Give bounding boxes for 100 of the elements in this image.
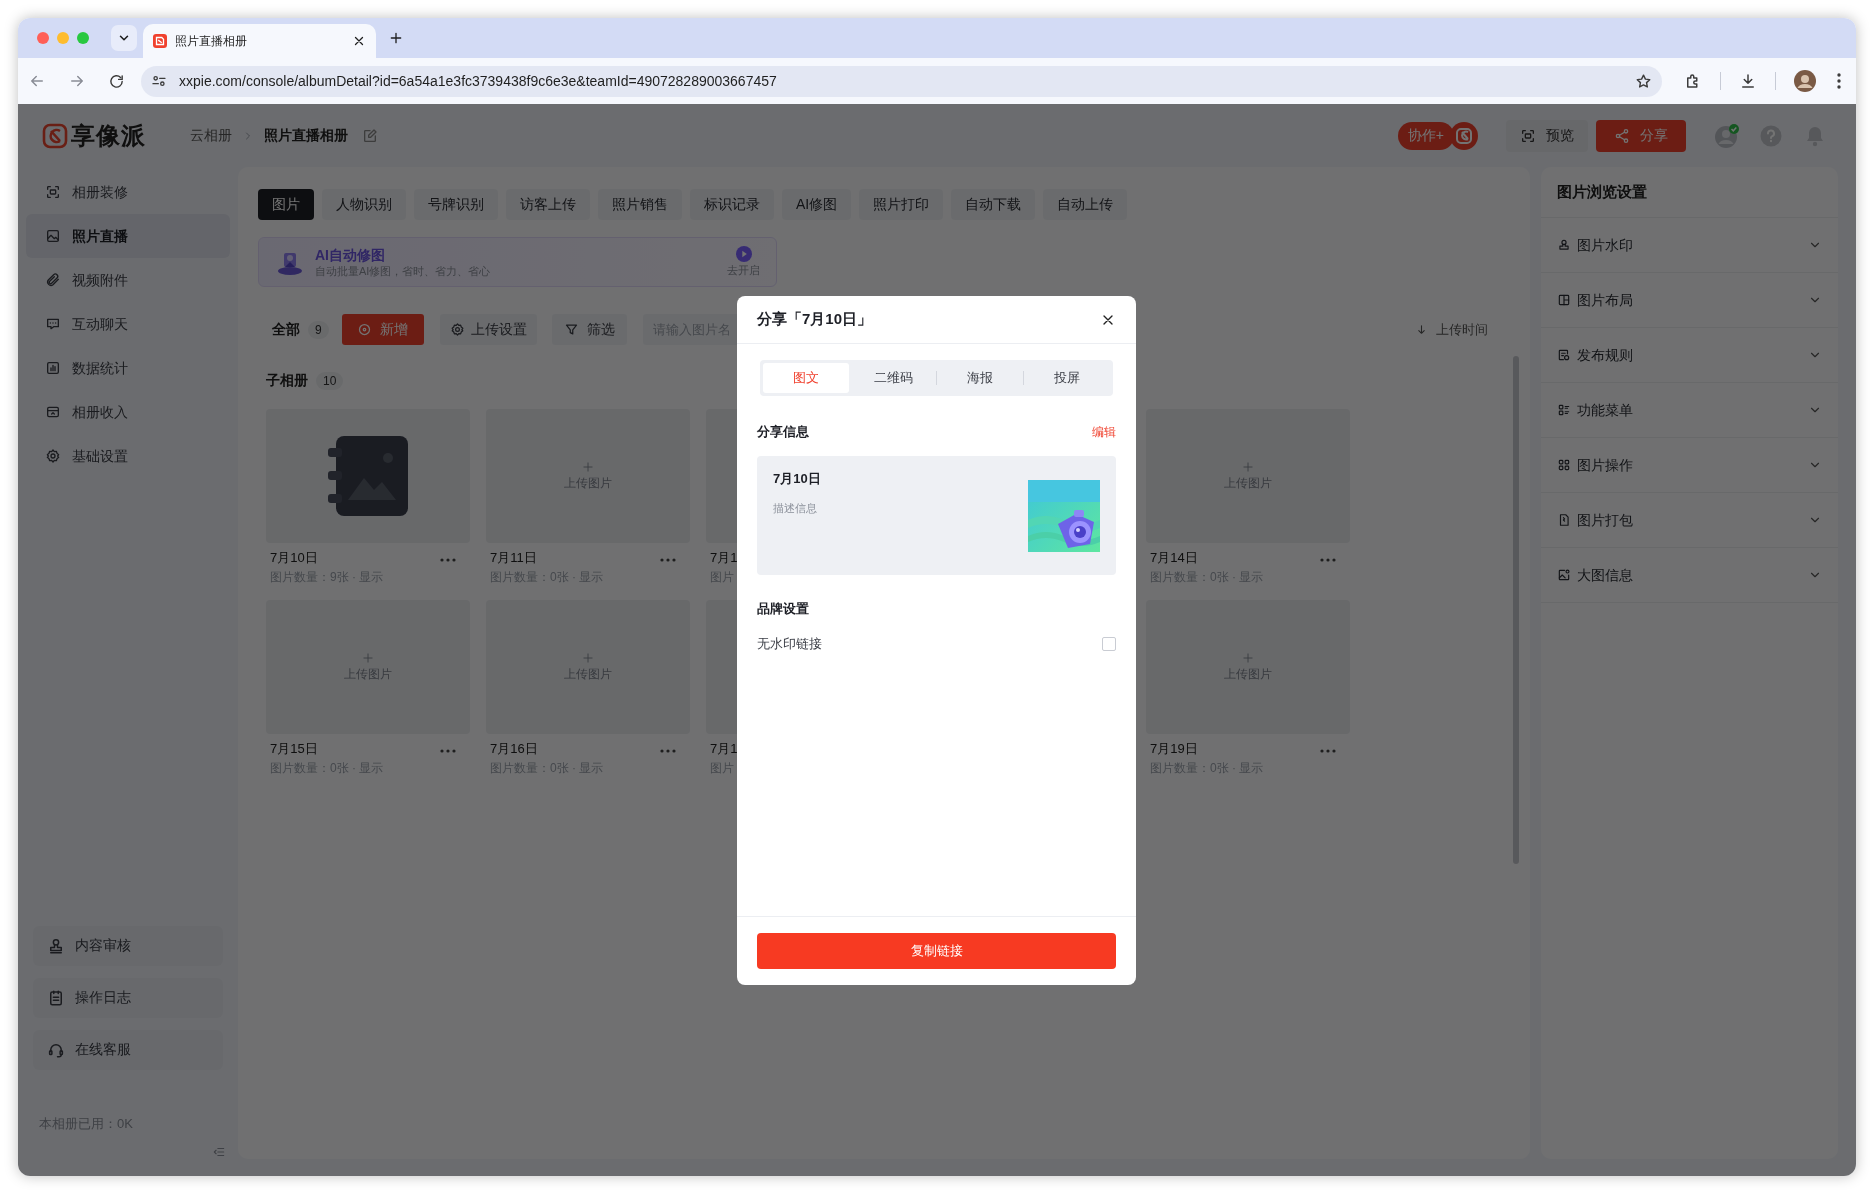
album-title: 7月11日 (490, 549, 538, 567)
sidebar-item[interactable]: 互动聊天 (26, 302, 230, 346)
logo-text: 享像派 (71, 120, 146, 151)
settings-section-row[interactable]: 大图信息 (1541, 548, 1838, 603)
section-title: 子相册 (266, 371, 308, 390)
settings-section-row[interactable]: 图片布局 (1541, 273, 1838, 328)
share-mode-tab[interactable]: 二维码 (850, 363, 936, 393)
edit-icon[interactable] (362, 127, 378, 144)
share-button[interactable]: 分享 (1596, 119, 1686, 152)
more-icon[interactable] (660, 749, 676, 753)
settings-section-row[interactable]: 图片水印 (1541, 218, 1838, 273)
album-title: 7月19日 (1150, 740, 1199, 758)
share-mode-tab[interactable]: 海报 (937, 363, 1023, 393)
album-thumbnail[interactable] (266, 409, 470, 543)
content-tab[interactable]: 图片 (258, 189, 314, 220)
gear-icon (449, 322, 465, 337)
settings-section-row[interactable]: 功能菜单 (1541, 383, 1838, 438)
more-icon[interactable] (1320, 558, 1336, 562)
stamp-icon (1557, 238, 1571, 252)
menu-icon[interactable] (1836, 72, 1842, 90)
sidebar-item[interactable]: 相册收入 (26, 390, 230, 434)
more-icon[interactable] (440, 749, 456, 753)
album-title: 7月16日 (490, 740, 539, 758)
content-tab[interactable]: 人物识别 (322, 189, 406, 220)
share-mode-tab[interactable]: 图文 (763, 363, 849, 393)
section-title: 分享信息 (757, 423, 810, 441)
all-filter-label[interactable]: 全部 (272, 319, 300, 340)
grid-icon (1557, 458, 1571, 472)
more-icon[interactable] (660, 558, 676, 562)
more-icon[interactable] (1320, 749, 1336, 753)
clipboard-icon (47, 988, 65, 1007)
bookmark-star-icon[interactable] (1635, 72, 1652, 90)
content-tab[interactable]: 自动上传 (1043, 189, 1128, 220)
preview-button[interactable]: 预览 (1506, 119, 1588, 152)
copy-link-button[interactable]: 复制链接 (757, 933, 1116, 969)
sidebar-item[interactable]: 相册装修 (26, 170, 230, 214)
share-description: 描述信息 (773, 500, 818, 516)
upload-settings-button[interactable]: 上传设置 (439, 314, 537, 345)
plus-icon (1241, 460, 1255, 474)
logo-icon (42, 122, 68, 149)
profile-avatar[interactable] (1794, 70, 1816, 92)
add-button[interactable]: 新增 (341, 314, 424, 345)
album-title: 7月1 (710, 549, 739, 567)
image-icon (45, 228, 61, 244)
sort-button[interactable]: 上传时间 (1415, 319, 1488, 340)
gear-icon (45, 448, 61, 464)
site-info-icon[interactable] (151, 73, 167, 89)
layout-icon (1557, 293, 1571, 307)
content-tab[interactable]: 号牌识别 (414, 189, 498, 220)
tab-list-button[interactable] (111, 25, 137, 51)
content-tab[interactable]: 自动下载 (951, 189, 1036, 220)
download-icon[interactable] (1739, 72, 1757, 90)
album-cover-icon (326, 434, 410, 518)
filter-button[interactable]: 筛选 (551, 314, 627, 345)
album-title: 7月14日 (1150, 549, 1199, 567)
album-title: 7月15日 (270, 740, 319, 758)
collapse-sidebar-icon[interactable] (212, 1145, 226, 1159)
settings-section-row[interactable]: 图片打包 (1541, 493, 1838, 548)
address-bar[interactable]: xxpie.com/console/albumDetail?id=6a54a1e3fc3739438f9c6e3e&teamId=490728289003667457 (141, 65, 1662, 97)
banner-title: AI自动修图 (315, 245, 386, 264)
stamp-icon (47, 936, 65, 955)
add-circle-icon (357, 322, 373, 337)
content-tab[interactable]: 标识记录 (690, 189, 774, 220)
close-window-button[interactable] (37, 32, 49, 44)
menu-list-icon (1557, 403, 1571, 417)
edit-link[interactable]: 编辑 (1092, 422, 1116, 441)
sidebar-item[interactable]: 基础设置 (26, 434, 230, 478)
tab-title: 照片直播相册 (175, 33, 248, 50)
share-mode-tab[interactable]: 投屏 (1024, 363, 1110, 393)
count-badge: 10 (316, 371, 344, 390)
chart-icon (45, 360, 61, 376)
scrollbar[interactable] (1513, 356, 1519, 864)
content-tab[interactable]: 照片打印 (859, 189, 944, 220)
close-tab-icon[interactable] (352, 34, 366, 48)
count-badge: 9 (308, 320, 329, 339)
settings-section-row[interactable]: 图片操作 (1541, 438, 1838, 493)
plus-icon (581, 651, 595, 665)
sidebar-item[interactable]: 视频附件 (26, 258, 230, 302)
settings-section-row[interactable]: 发布规则 (1541, 328, 1838, 383)
section-title: 品牌设置 (757, 599, 810, 618)
filter-icon (563, 322, 579, 337)
collaborate-button[interactable]: 协作+ (1397, 121, 1454, 150)
content-tab[interactable]: 访客上传 (506, 189, 590, 220)
content-tab[interactable]: 照片销售 (598, 189, 682, 220)
more-icon[interactable] (440, 558, 456, 562)
sidebar-item[interactable]: 照片直播 (26, 214, 230, 258)
watermark-free-checkbox[interactable] (1102, 636, 1116, 651)
wallet-icon (45, 404, 61, 420)
plus-icon (581, 460, 595, 474)
breadcrumb-item[interactable]: 云相册 (190, 125, 232, 146)
content-tab[interactable]: AI修图 (782, 189, 852, 220)
album-title: 7月10日 (270, 549, 319, 567)
new-tab-icon[interactable] (388, 30, 404, 46)
sidebar-item[interactable]: 数据统计 (26, 346, 230, 390)
reload-icon[interactable] (108, 72, 125, 90)
site-logo-icon (153, 34, 167, 48)
plus-icon (1241, 651, 1255, 665)
browser-tab[interactable]: 照片直播相册 (143, 24, 376, 58)
album-title: 7月1 (710, 740, 739, 758)
chat-icon (45, 316, 61, 332)
